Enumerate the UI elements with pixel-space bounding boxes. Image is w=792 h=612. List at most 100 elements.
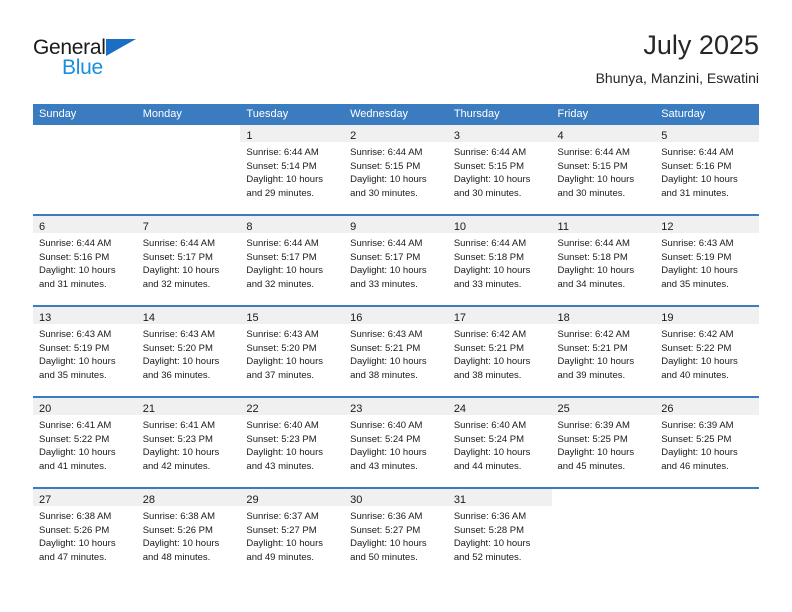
calendar-cell: 24 Sunrise: 6:40 AM Sunset: 5:24 PM Dayligh… xyxy=(447,396,552,488)
calendar-day[interactable]: 21 Sunrise: 6:41 AM Sunset: 5:23 PM Dayligh… xyxy=(136,398,241,487)
calendar-cell: 25 Sunrise: 6:39 AM Sunset: 5:25 PM Dayligh… xyxy=(551,396,656,488)
calendar-day[interactable]: 18 Sunrise: 6:42 AM Sunset: 5:21 PM Dayligh… xyxy=(551,307,656,396)
daylight-text-line1: Daylight: 10 hours xyxy=(39,265,116,277)
calendar-cell: 7 Sunrise: 6:44 AM Sunset: 5:17 PM Daylight… xyxy=(136,214,241,306)
day-details: Sunrise: 6:44 AM Sunset: 5:18 PM Daylight:… xyxy=(448,233,552,291)
daylight-text-line2: and 39 minutes. xyxy=(557,369,626,381)
daylight-text-line2: and 46 minutes. xyxy=(661,460,729,472)
daylight-text-line1: Daylight: 10 hours xyxy=(661,447,738,459)
daylight-text-line1: Daylight: 10 hours xyxy=(246,174,323,186)
calendar-day[interactable]: 3 Sunrise: 6:44 AM Sunset: 5:15 PM Daylight… xyxy=(447,125,552,214)
calendar-day[interactable]: 30 Sunrise: 6:36 AM Sunset: 5:27 PM Dayligh… xyxy=(344,489,448,578)
calendar-cell: 27 Sunrise: 6:38 AM Sunset: 5:26 PM Dayligh… xyxy=(33,487,137,578)
calendar-day-empty xyxy=(551,489,656,578)
day-number-band: 21 xyxy=(136,398,241,415)
daylight-text-line1: Daylight: 10 hours xyxy=(246,356,323,368)
calendar-day[interactable]: 12 Sunrise: 6:43 AM Sunset: 5:19 PM Dayligh… xyxy=(655,216,759,305)
calendar-day[interactable]: 7 Sunrise: 6:44 AM Sunset: 5:17 PM Daylight… xyxy=(136,216,241,305)
sunset-text: Sunset: 5:16 PM xyxy=(39,251,110,263)
calendar-day[interactable]: 31 Sunrise: 6:36 AM Sunset: 5:28 PM Dayligh… xyxy=(447,489,552,578)
day-number: 24 xyxy=(453,403,467,415)
calendar-day[interactable]: 24 Sunrise: 6:40 AM Sunset: 5:24 PM Dayligh… xyxy=(447,398,552,487)
daylight-text-line1: Daylight: 10 hours xyxy=(350,174,427,186)
daylight-text-line1: Daylight: 10 hours xyxy=(246,538,323,550)
calendar-day[interactable]: 26 Sunrise: 6:39 AM Sunset: 5:25 PM Dayligh… xyxy=(655,398,759,487)
sunset-text: Sunset: 5:15 PM xyxy=(350,160,421,172)
calendar-day[interactable]: 15 Sunrise: 6:43 AM Sunset: 5:20 PM Dayligh… xyxy=(240,307,345,396)
sunrise-text: Sunrise: 6:43 AM xyxy=(661,238,734,249)
calendar-day[interactable]: 20 Sunrise: 6:41 AM Sunset: 5:22 PM Dayligh… xyxy=(33,398,137,487)
daylight-text-line1: Daylight: 10 hours xyxy=(142,265,220,277)
day-number-band: 5 xyxy=(655,125,759,142)
calendar-day[interactable]: 8 Sunrise: 6:44 AM Sunset: 5:17 PM Daylight… xyxy=(240,216,345,305)
calendar-day[interactable]: 4 Sunrise: 6:44 AM Sunset: 5:15 PM Daylight… xyxy=(551,125,656,214)
daylight-text-line2: and 35 minutes. xyxy=(661,278,729,290)
day-number: 25 xyxy=(557,403,570,415)
day-number: 20 xyxy=(39,403,52,415)
calendar-cell: 3 Sunrise: 6:44 AM Sunset: 5:15 PM Daylight… xyxy=(447,125,552,215)
sunrise-text: Sunrise: 6:44 AM xyxy=(246,238,319,249)
calendar-day[interactable]: 25 Sunrise: 6:39 AM Sunset: 5:25 PM Dayligh… xyxy=(551,398,656,487)
daylight-text-line1: Daylight: 10 hours xyxy=(142,447,220,459)
general-blue-logo[interactable]: General Blue xyxy=(33,36,163,84)
daylight-text-line2: and 31 minutes. xyxy=(661,187,729,199)
day-number-band: 15 xyxy=(240,307,345,324)
daylight-text-line2: and 42 minutes. xyxy=(142,460,211,472)
triangle-flag-icon xyxy=(106,39,136,56)
sunset-text: Sunset: 5:17 PM xyxy=(350,251,421,263)
sunset-text: Sunset: 5:18 PM xyxy=(557,251,628,263)
title-block: July 2025 Bhunya, Manzini, Eswatini xyxy=(596,28,759,88)
day-number-band: 31 xyxy=(447,489,552,506)
daylight-text-line1: Daylight: 10 hours xyxy=(453,447,531,459)
daylight-text-line1: Daylight: 10 hours xyxy=(350,356,427,368)
page-title: July 2025 xyxy=(643,30,759,60)
sunset-text: Sunset: 5:14 PM xyxy=(246,160,317,172)
daylight-text-line2: and 37 minutes. xyxy=(246,369,315,381)
calendar-day[interactable]: 2 Sunrise: 6:44 AM Sunset: 5:15 PM Daylight… xyxy=(344,125,448,214)
calendar-cell: 31 Sunrise: 6:36 AM Sunset: 5:28 PM Dayligh… xyxy=(447,487,552,578)
weekday-header-friday: Friday xyxy=(551,104,656,125)
sunset-text: Sunset: 5:19 PM xyxy=(661,251,732,263)
calendar-day[interactable]: 11 Sunrise: 6:44 AM Sunset: 5:18 PM Dayligh… xyxy=(551,216,656,305)
calendar-day[interactable]: 6 Sunrise: 6:44 AM Sunset: 5:16 PM Daylight… xyxy=(33,216,137,305)
day-details: Sunrise: 6:44 AM Sunset: 5:15 PM Daylight:… xyxy=(552,142,656,200)
calendar-day[interactable]: 9 Sunrise: 6:44 AM Sunset: 5:17 PM Daylight… xyxy=(344,216,448,305)
calendar-day[interactable]: 27 Sunrise: 6:38 AM Sunset: 5:26 PM Dayligh… xyxy=(33,489,137,578)
calendar-day[interactable]: 5 Sunrise: 6:44 AM Sunset: 5:16 PM Daylight… xyxy=(655,125,759,214)
sunset-text: Sunset: 5:17 PM xyxy=(142,251,213,263)
day-details: Sunrise: 6:44 AM Sunset: 5:16 PM Daylight:… xyxy=(655,142,759,200)
sunset-text: Sunset: 5:26 PM xyxy=(39,524,110,536)
calendar-day[interactable]: 23 Sunrise: 6:40 AM Sunset: 5:24 PM Dayligh… xyxy=(344,398,448,487)
day-details: Sunrise: 6:43 AM Sunset: 5:19 PM Daylight:… xyxy=(33,324,137,382)
calendar-day[interactable]: 29 Sunrise: 6:37 AM Sunset: 5:27 PM Dayligh… xyxy=(240,489,345,578)
daylight-text-line1: Daylight: 10 hours xyxy=(661,265,738,277)
daylight-text-line2: and 44 minutes. xyxy=(453,460,522,472)
daylight-text-line2: and 49 minutes. xyxy=(246,551,315,563)
day-number: 26 xyxy=(661,403,674,415)
day-details: Sunrise: 6:43 AM Sunset: 5:21 PM Daylight:… xyxy=(344,324,448,382)
day-number: 6 xyxy=(39,221,46,233)
day-number-band: 30 xyxy=(344,489,448,506)
calendar-day[interactable]: 16 Sunrise: 6:43 AM Sunset: 5:21 PM Dayligh… xyxy=(344,307,448,396)
day-number-band: 22 xyxy=(240,398,345,415)
calendar-day[interactable]: 17 Sunrise: 6:42 AM Sunset: 5:21 PM Dayligh… xyxy=(447,307,552,396)
day-number: 5 xyxy=(661,130,668,142)
sunset-text: Sunset: 5:25 PM xyxy=(661,433,732,445)
sunset-text: Sunset: 5:21 PM xyxy=(453,342,525,354)
calendar-page: General Blue July 2025 Bhunya, Manzini, … xyxy=(0,0,792,612)
calendar-day[interactable]: 14 Sunrise: 6:43 AM Sunset: 5:20 PM Dayligh… xyxy=(136,307,241,396)
calendar-cell: 4 Sunrise: 6:44 AM Sunset: 5:15 PM Daylight… xyxy=(551,125,656,215)
calendar-day[interactable]: 1 Sunrise: 6:44 AM Sunset: 5:14 PM Daylight… xyxy=(240,125,345,214)
calendar-day[interactable]: 10 Sunrise: 6:44 AM Sunset: 5:18 PM Dayligh… xyxy=(447,216,552,305)
day-details: Sunrise: 6:42 AM Sunset: 5:21 PM Daylight:… xyxy=(448,324,552,382)
calendar-day[interactable]: 28 Sunrise: 6:38 AM Sunset: 5:26 PM Dayligh… xyxy=(136,489,241,578)
calendar-day[interactable]: 13 Sunrise: 6:43 AM Sunset: 5:19 PM Dayligh… xyxy=(33,307,137,396)
daylight-text-line1: Daylight: 10 hours xyxy=(557,265,635,277)
sunrise-text: Sunrise: 6:44 AM xyxy=(557,147,630,158)
calendar-day[interactable]: 19 Sunrise: 6:42 AM Sunset: 5:22 PM Dayligh… xyxy=(655,307,759,396)
daylight-text-line2: and 30 minutes. xyxy=(453,187,522,199)
calendar-cell: 10 Sunrise: 6:44 AM Sunset: 5:18 PM Dayligh… xyxy=(447,214,552,306)
calendar-day[interactable]: 22 Sunrise: 6:40 AM Sunset: 5:23 PM Dayligh… xyxy=(240,398,345,487)
day-number: 30 xyxy=(350,494,363,506)
sunrise-text: Sunrise: 6:38 AM xyxy=(142,511,216,522)
